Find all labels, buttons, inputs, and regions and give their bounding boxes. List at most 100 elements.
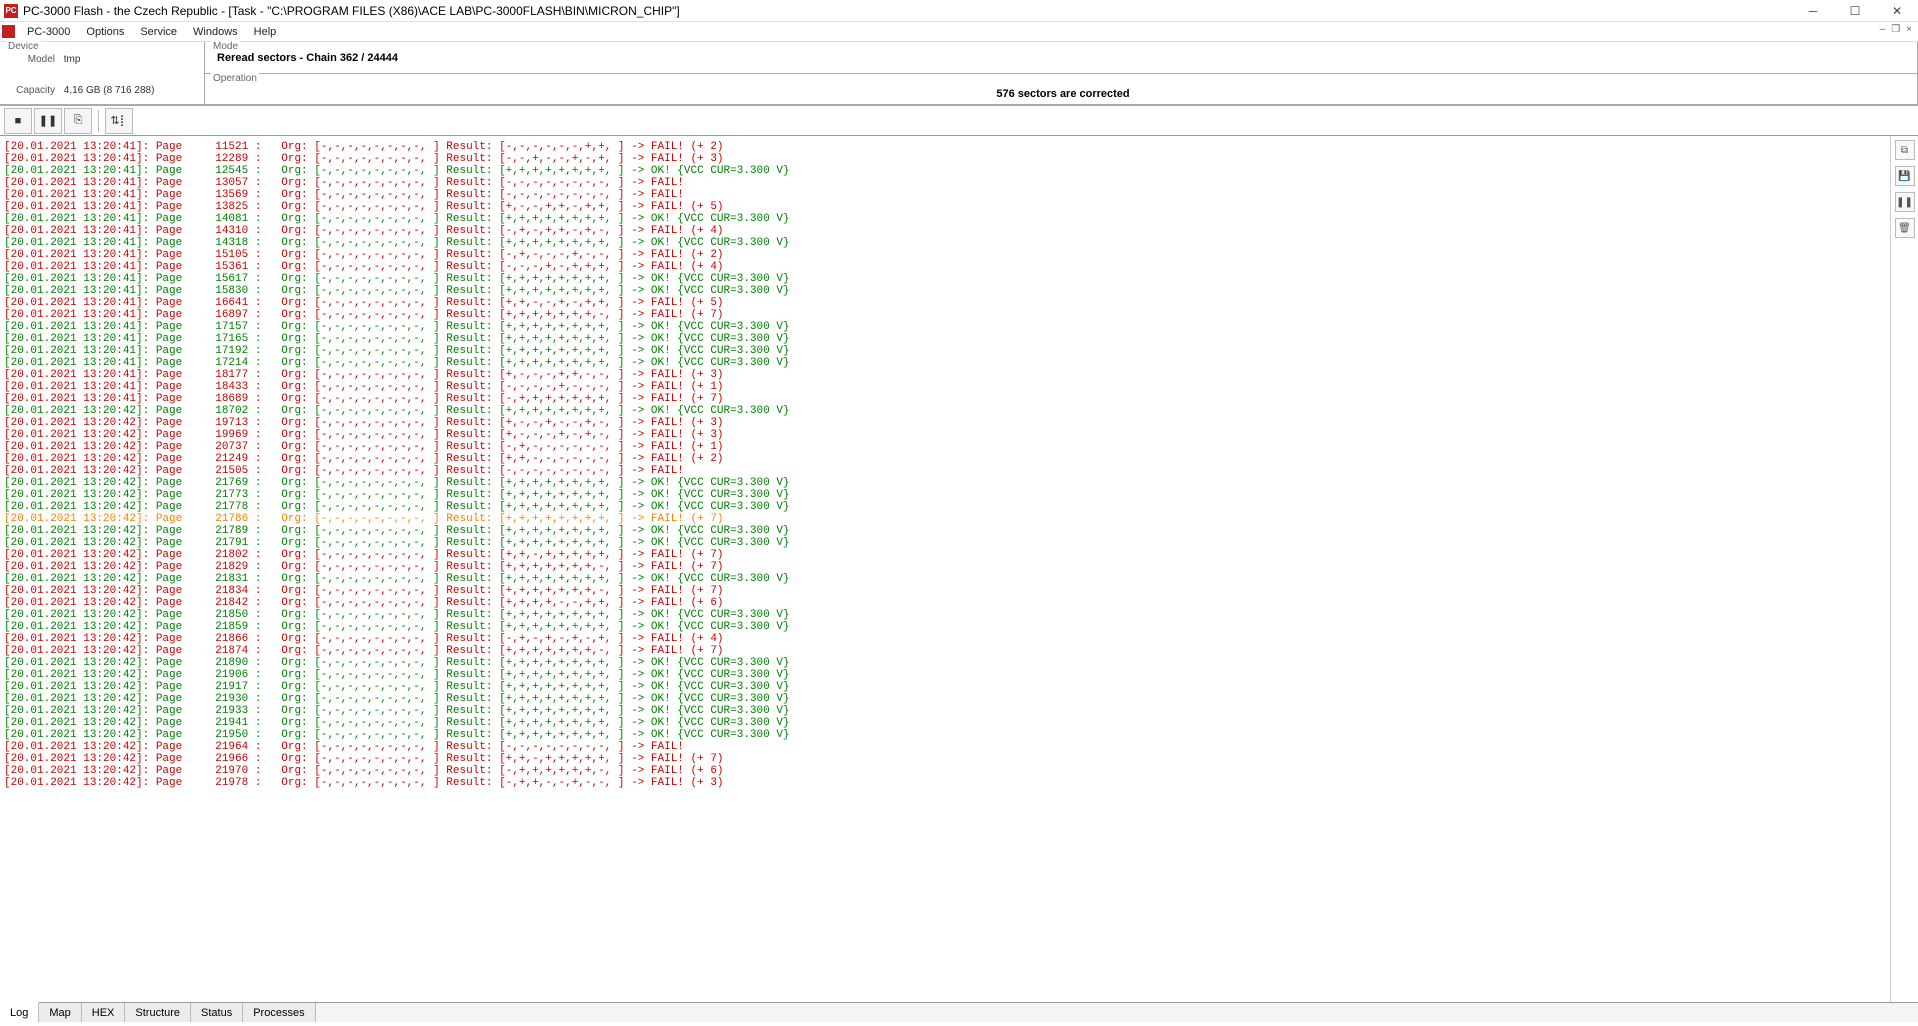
- log-line: [20.01.2021 13:20:42]: Page 21249 : Org:…: [4, 453, 1886, 465]
- model-label: Model: [10, 54, 55, 65]
- close-button[interactable]: ✕: [1876, 0, 1918, 22]
- tab-log[interactable]: Log: [0, 1002, 39, 1022]
- tab-hex[interactable]: HEX: [82, 1003, 126, 1022]
- log-line: [20.01.2021 13:20:41]: Page 15361 : Org:…: [4, 261, 1886, 273]
- menu-pc3000[interactable]: PC-3000: [19, 24, 78, 40]
- menu-app-icon: [2, 25, 15, 38]
- mdi-minimize-icon[interactable]: –: [1880, 24, 1886, 35]
- device-group-label: Device: [6, 41, 41, 52]
- log-line: [20.01.2021 13:20:42]: Page 21874 : Org:…: [4, 645, 1886, 657]
- bottom-tabs: Log Map HEX Structure Status Processes: [0, 1002, 1918, 1022]
- mode-panel: Mode Reread sectors - Chain 362 / 24444: [205, 42, 1918, 74]
- pause-button[interactable]: ❚❚: [34, 108, 62, 134]
- log-line: [20.01.2021 13:20:42]: Page 21773 : Org:…: [4, 489, 1886, 501]
- log-line: [20.01.2021 13:20:42]: Page 21941 : Org:…: [4, 717, 1886, 729]
- title-bar: PC PC-3000 Flash - the Czech Republic - …: [0, 0, 1918, 22]
- operation-group-label: Operation: [211, 73, 259, 84]
- mode-text: Reread sectors - Chain 362 / 24444: [217, 52, 398, 64]
- log-line: [20.01.2021 13:20:41]: Page 13569 : Org:…: [4, 189, 1886, 201]
- save-button[interactable]: 💾: [1895, 166, 1915, 186]
- log-line: [20.01.2021 13:20:41]: Page 14081 : Org:…: [4, 213, 1886, 225]
- log-view[interactable]: [20.01.2021 13:20:41]: Page 11521 : Org:…: [0, 136, 1890, 1002]
- content-area: [20.01.2021 13:20:41]: Page 11521 : Org:…: [0, 136, 1918, 1002]
- log-line: [20.01.2021 13:20:42]: Page 21831 : Org:…: [4, 573, 1886, 585]
- app-icon: PC: [4, 4, 18, 18]
- menu-windows[interactable]: Windows: [185, 24, 246, 40]
- stop-icon: ■: [15, 115, 22, 127]
- copy-icon: ⧉: [1901, 145, 1908, 156]
- log-line: [20.01.2021 13:20:41]: Page 16641 : Org:…: [4, 297, 1886, 309]
- log-line: [20.01.2021 13:20:42]: Page 21930 : Org:…: [4, 693, 1886, 705]
- info-bar: Device Model tmp Capacity 4,16 GB (8 716…: [0, 42, 1918, 106]
- menu-bar: PC-3000 Options Service Windows Help: [0, 22, 1918, 42]
- export-button[interactable]: ⎘: [64, 108, 92, 134]
- log-line: [20.01.2021 13:20:41]: Page 15105 : Org:…: [4, 249, 1886, 261]
- log-line: [20.01.2021 13:20:41]: Page 12545 : Org:…: [4, 165, 1886, 177]
- log-line: [20.01.2021 13:20:41]: Page 13057 : Org:…: [4, 177, 1886, 189]
- tab-structure[interactable]: Structure: [125, 1003, 191, 1022]
- log-line: [20.01.2021 13:20:41]: Page 15617 : Org:…: [4, 273, 1886, 285]
- log-line: [20.01.2021 13:20:42]: Page 21789 : Org:…: [4, 525, 1886, 537]
- log-line: [20.01.2021 13:20:41]: Page 17165 : Org:…: [4, 333, 1886, 345]
- toolbar-separator: [98, 110, 99, 132]
- toolbar: ■ ❚❚ ⎘ ⇅⡇: [0, 106, 1918, 136]
- menu-help[interactable]: Help: [246, 24, 285, 40]
- operation-text: 576 sectors are corrected: [996, 88, 1129, 100]
- save-icon: 💾: [1898, 171, 1910, 182]
- tab-status[interactable]: Status: [191, 1003, 243, 1022]
- mdi-restore-icon[interactable]: ❐: [1891, 24, 1900, 35]
- pause-icon: ❚❚: [39, 114, 57, 127]
- log-line: [20.01.2021 13:20:42]: Page 21866 : Org:…: [4, 633, 1886, 645]
- pause-side-button[interactable]: ❚❚: [1895, 192, 1915, 212]
- mdi-controls: – ❐ ×: [1880, 24, 1912, 35]
- log-line: [20.01.2021 13:20:42]: Page 18702 : Org:…: [4, 405, 1886, 417]
- log-line: [20.01.2021 13:20:42]: Page 21978 : Org:…: [4, 777, 1886, 789]
- log-line: [20.01.2021 13:20:41]: Page 18689 : Org:…: [4, 393, 1886, 405]
- log-line: [20.01.2021 13:20:41]: Page 17157 : Org:…: [4, 321, 1886, 333]
- log-line: [20.01.2021 13:20:42]: Page 19713 : Org:…: [4, 417, 1886, 429]
- log-line: [20.01.2021 13:20:41]: Page 14318 : Org:…: [4, 237, 1886, 249]
- operation-panel: Operation 576 sectors are corrected: [205, 74, 1918, 105]
- log-line: [20.01.2021 13:20:42]: Page 21964 : Org:…: [4, 741, 1886, 753]
- settings-button[interactable]: ⇅⡇: [105, 108, 133, 134]
- log-line: [20.01.2021 13:20:41]: Page 17214 : Org:…: [4, 357, 1886, 369]
- tab-map[interactable]: Map: [39, 1003, 81, 1022]
- stop-button[interactable]: ■: [4, 108, 32, 134]
- log-line: [20.01.2021 13:20:41]: Page 13825 : Org:…: [4, 201, 1886, 213]
- maximize-button[interactable]: ☐: [1834, 0, 1876, 22]
- window-title: PC-3000 Flash - the Czech Republic - [Ta…: [23, 4, 1792, 18]
- log-line: [20.01.2021 13:20:42]: Page 21769 : Org:…: [4, 477, 1886, 489]
- copy-button[interactable]: ⧉: [1895, 140, 1915, 160]
- right-sidebar: ⧉ 💾 ❚❚ 🗑: [1890, 136, 1918, 1002]
- sliders-icon: ⇅⡇: [110, 114, 127, 127]
- log-line: [20.01.2021 13:20:42]: Page 20737 : Org:…: [4, 441, 1886, 453]
- log-line: [20.01.2021 13:20:42]: Page 21834 : Org:…: [4, 585, 1886, 597]
- log-line: [20.01.2021 13:20:41]: Page 17192 : Org:…: [4, 345, 1886, 357]
- log-line: [20.01.2021 13:20:42]: Page 21890 : Org:…: [4, 657, 1886, 669]
- tab-processes[interactable]: Processes: [243, 1003, 315, 1022]
- log-line: [20.01.2021 13:20:42]: Page 21791 : Org:…: [4, 537, 1886, 549]
- log-line: [20.01.2021 13:20:42]: Page 21906 : Org:…: [4, 669, 1886, 681]
- log-line: [20.01.2021 13:20:42]: Page 21850 : Org:…: [4, 609, 1886, 621]
- capacity-value: 4,16 GB (8 716 288): [64, 85, 155, 96]
- clear-button[interactable]: 🗑: [1895, 218, 1915, 238]
- log-line: [20.01.2021 13:20:42]: Page 21966 : Org:…: [4, 753, 1886, 765]
- export-icon: ⎘: [74, 114, 83, 127]
- log-line: [20.01.2021 13:20:42]: Page 21802 : Org:…: [4, 549, 1886, 561]
- log-line: [20.01.2021 13:20:41]: Page 16897 : Org:…: [4, 309, 1886, 321]
- log-line: [20.01.2021 13:20:42]: Page 21842 : Org:…: [4, 597, 1886, 609]
- menu-options[interactable]: Options: [78, 24, 132, 40]
- mode-group-label: Mode: [211, 41, 240, 52]
- log-line: [20.01.2021 13:20:42]: Page 21829 : Org:…: [4, 561, 1886, 573]
- mdi-close-icon[interactable]: ×: [1906, 24, 1912, 35]
- log-line: [20.01.2021 13:20:42]: Page 21950 : Org:…: [4, 729, 1886, 741]
- minimize-button[interactable]: ─: [1792, 0, 1834, 22]
- log-line: [20.01.2021 13:20:42]: Page 21933 : Org:…: [4, 705, 1886, 717]
- log-line: [20.01.2021 13:20:42]: Page 19969 : Org:…: [4, 429, 1886, 441]
- log-line: [20.01.2021 13:20:42]: Page 21917 : Org:…: [4, 681, 1886, 693]
- menu-service[interactable]: Service: [132, 24, 185, 40]
- log-line: [20.01.2021 13:20:42]: Page 21786 : Org:…: [4, 513, 1886, 525]
- model-value: tmp: [64, 54, 81, 65]
- log-line: [20.01.2021 13:20:42]: Page 21778 : Org:…: [4, 501, 1886, 513]
- pause-icon: ❚❚: [1896, 197, 1913, 208]
